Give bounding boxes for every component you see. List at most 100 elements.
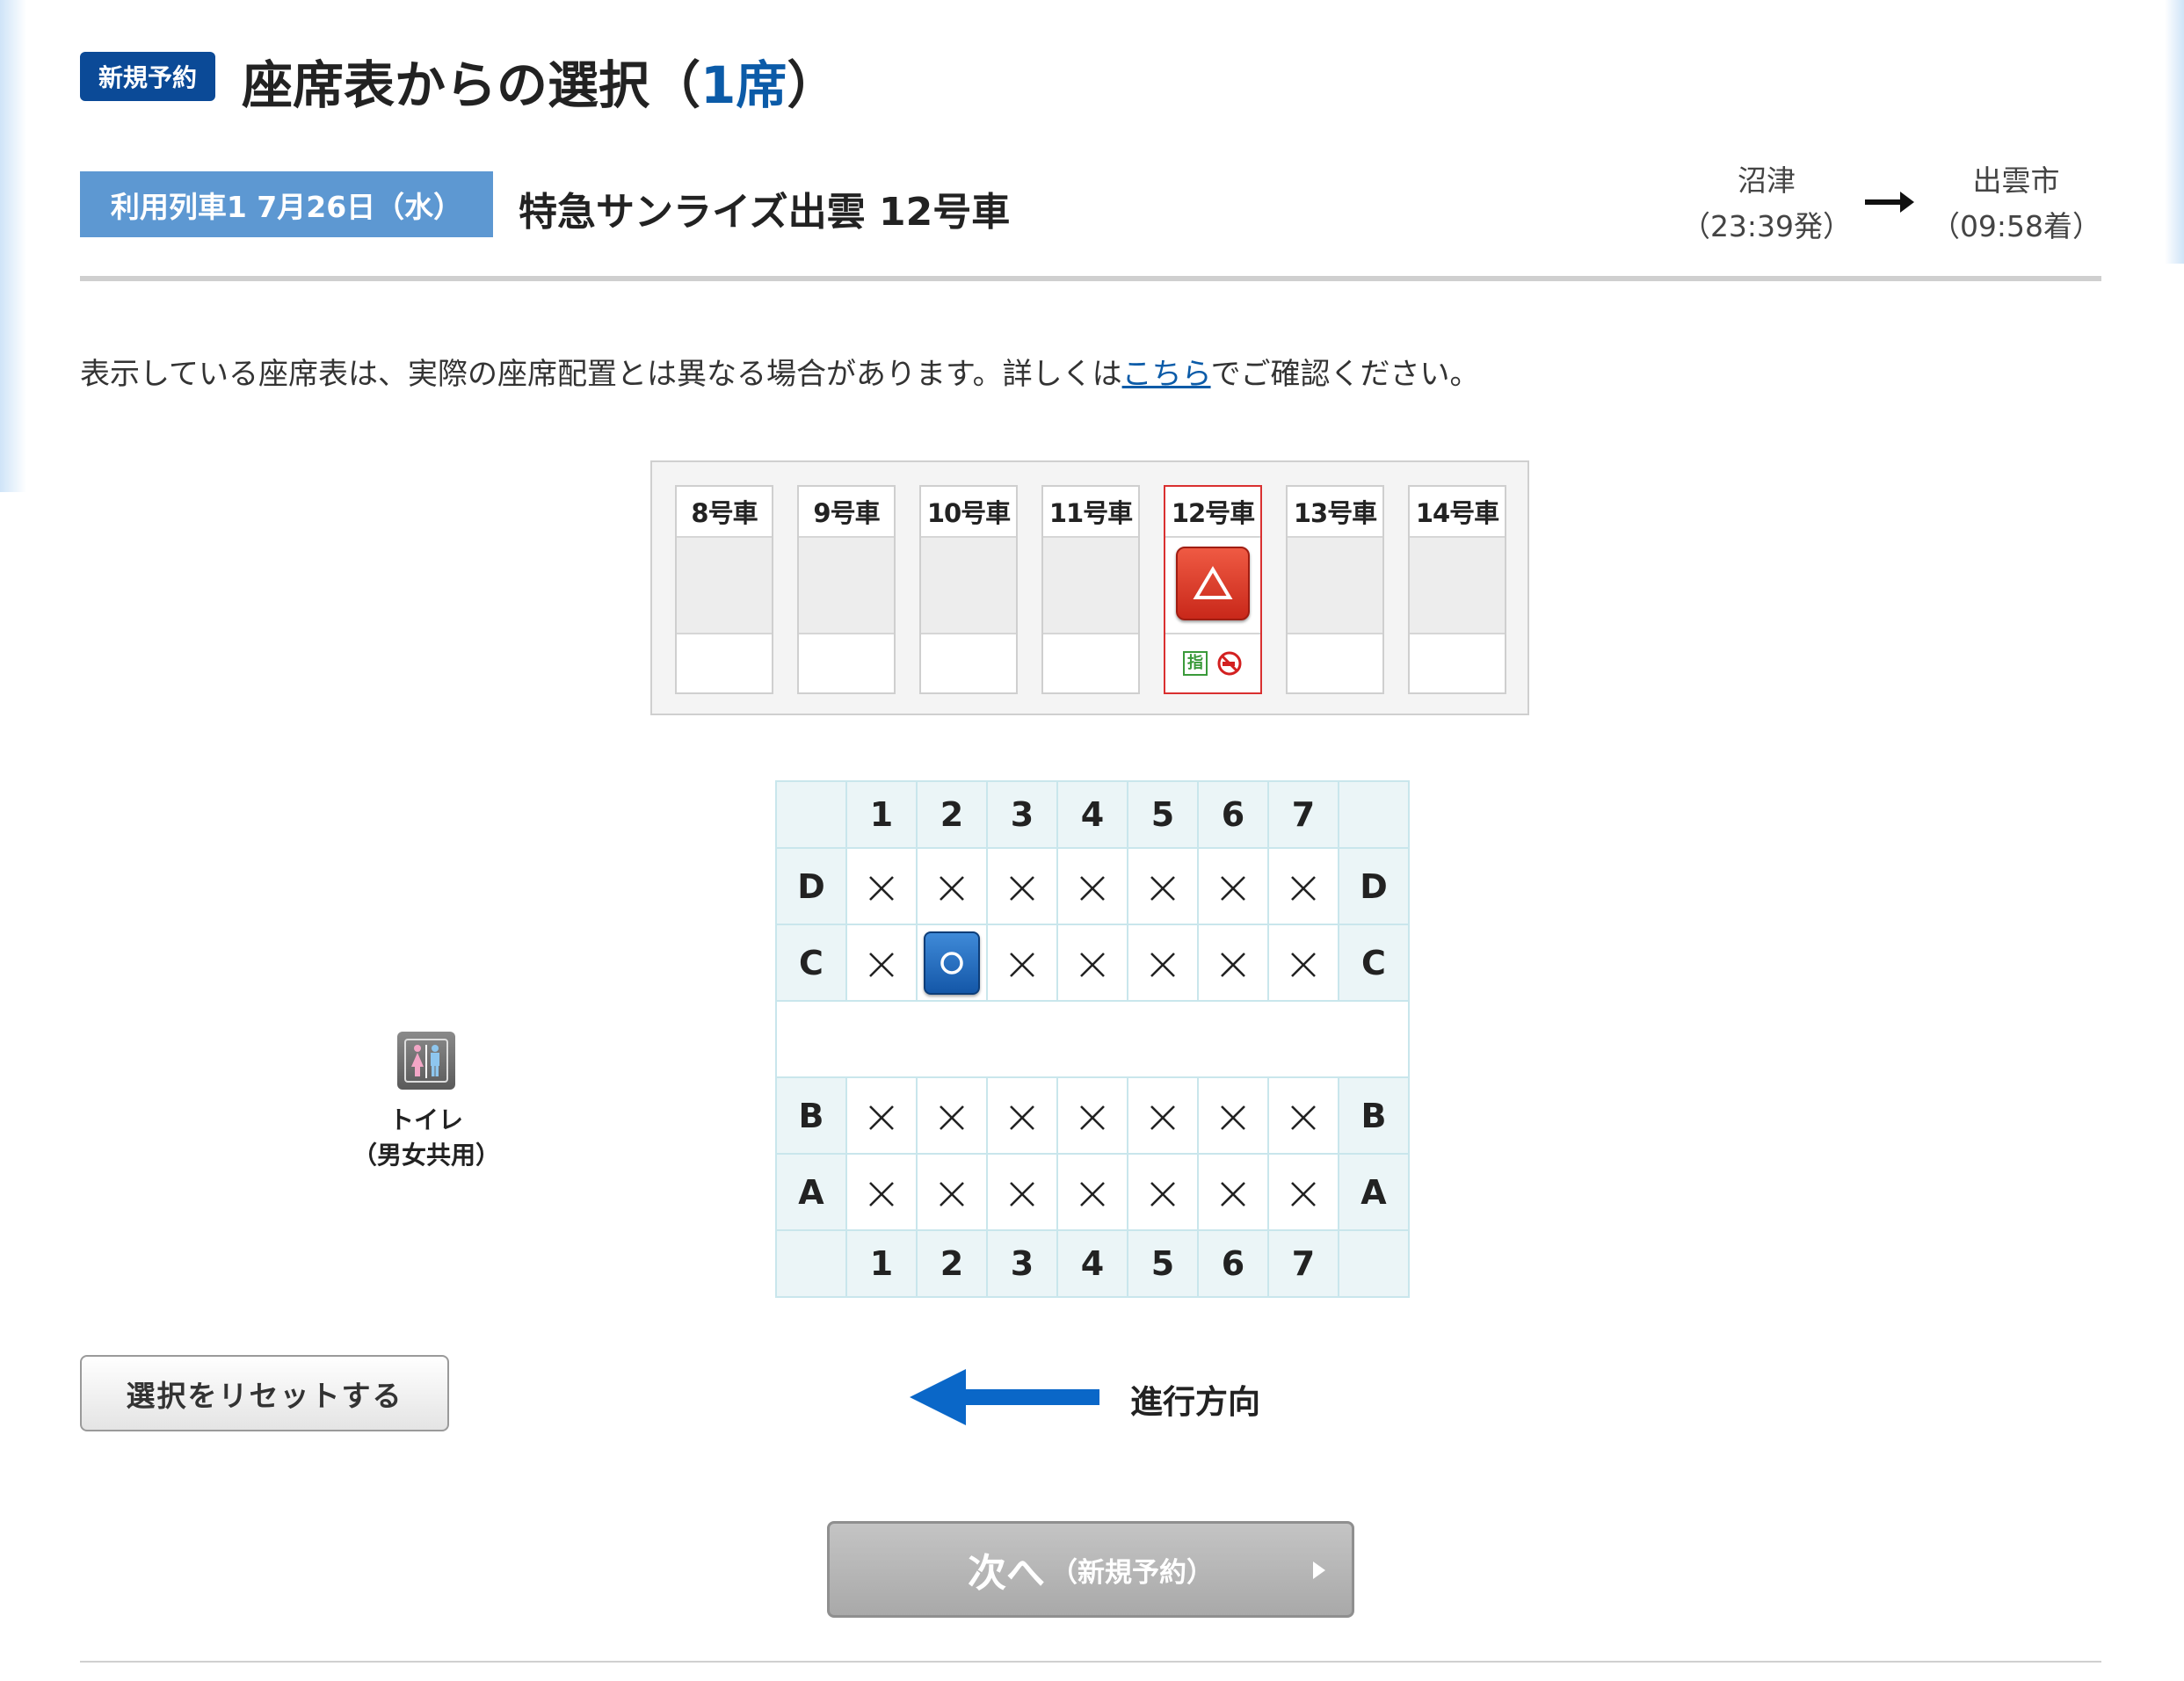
seat-row-b: BB	[775, 1076, 1410, 1155]
seat-3C-occupied	[986, 924, 1058, 1002]
car-11[interactable]: 11号車	[1041, 485, 1140, 694]
bottom-number-row: 1234567	[775, 1229, 1410, 1298]
car-availability	[1410, 538, 1505, 634]
car-label: 10号車	[921, 487, 1016, 538]
occupied-x-icon	[1150, 1105, 1175, 1130]
page-title-close: ）	[787, 55, 838, 115]
page-title: 座席表からの選択（1席）	[242, 44, 838, 118]
seat-5B-occupied	[1127, 1076, 1199, 1155]
seat-1B-occupied	[845, 1076, 918, 1155]
restroom-label: トイレ （男女共用）	[334, 1103, 519, 1173]
occupied-x-icon	[940, 1182, 964, 1206]
column-number: 5	[1127, 780, 1199, 849]
notice-link[interactable]: こちら	[1122, 357, 1211, 392]
new-reservation-badge: 新規予約	[80, 52, 215, 101]
reset-selection-button[interactable]: 選択をリセットする	[80, 1355, 449, 1431]
restroom-label-line1: トイレ	[388, 1105, 463, 1134]
car-label: 9号車	[799, 487, 894, 538]
car-availability	[1165, 538, 1260, 634]
car-availability	[1043, 538, 1138, 634]
next-button[interactable]: 次へ （新規予約）	[827, 1521, 1354, 1618]
seat-7A-occupied	[1267, 1153, 1339, 1231]
play-arrow-icon	[1313, 1561, 1325, 1579]
column-number: 2	[916, 780, 988, 849]
seat-4C-occupied	[1056, 924, 1128, 1002]
row-label: C	[775, 924, 847, 1002]
column-number: 3	[986, 1229, 1058, 1298]
occupied-x-icon	[1010, 1182, 1034, 1206]
car-label: 11号車	[1043, 487, 1138, 538]
seat-3A-occupied	[986, 1153, 1058, 1231]
availability-few-button[interactable]	[1176, 547, 1250, 620]
corner-cell	[1338, 780, 1410, 849]
column-number: 7	[1267, 780, 1339, 849]
seat-6B-occupied	[1197, 1076, 1269, 1155]
seat-2D-occupied	[916, 847, 988, 925]
departure-time: （23:39発）	[1680, 209, 1853, 243]
corner-cell	[775, 780, 847, 849]
column-number: 2	[916, 1229, 988, 1298]
route-arrival: 出雲市 （09:58着）	[1928, 158, 2104, 250]
restroom-icon	[397, 1032, 455, 1090]
column-number: 7	[1267, 1229, 1339, 1298]
seat-row-a: AA	[775, 1153, 1410, 1231]
car-icons	[1288, 634, 1382, 692]
car-icons	[799, 634, 894, 692]
occupied-x-icon	[1150, 876, 1175, 901]
column-number: 1	[845, 1229, 918, 1298]
column-number: 4	[1056, 1229, 1128, 1298]
car-10[interactable]: 10号車	[919, 485, 1018, 694]
reserved-seat-icon: 指	[1183, 651, 1208, 676]
seat-5C-occupied	[1127, 924, 1199, 1002]
car-14[interactable]: 14号車	[1408, 485, 1506, 694]
train-date-badge: 利用列車1 7月26日（水）	[80, 171, 493, 237]
seat-4A-occupied	[1056, 1153, 1128, 1231]
occupied-x-icon	[1291, 1182, 1316, 1206]
train-name: 特急サンライズ出雲 12号車	[519, 190, 1011, 235]
occupied-x-icon	[1291, 1105, 1316, 1130]
seat-2B-occupied	[916, 1076, 988, 1155]
car-label: 13号車	[1288, 487, 1382, 538]
arrival-time: （09:58着）	[1930, 209, 2102, 243]
departure-station: 沼津	[1738, 163, 1796, 198]
car-12[interactable]: 12号車 指	[1164, 485, 1262, 694]
occupied-x-icon	[1010, 1105, 1034, 1130]
row-label: A	[775, 1153, 847, 1231]
seat-1D-occupied	[845, 847, 918, 925]
seat-6D-occupied	[1197, 847, 1269, 925]
corner-cell	[1338, 1229, 1410, 1298]
occupied-x-icon	[1080, 1105, 1105, 1130]
seat-5D-occupied	[1127, 847, 1199, 925]
row-label: D	[1338, 847, 1410, 925]
car-icons	[921, 634, 1016, 692]
car-label: 8号車	[677, 487, 772, 538]
car-icons	[1043, 634, 1138, 692]
notice-text: 表示している座席表は、実際の座席配置とは異なる場合があります。詳しくは	[80, 357, 1122, 392]
column-number: 1	[845, 780, 918, 849]
direction-label: 進行方向	[1130, 1383, 1260, 1421]
occupied-x-icon	[1221, 876, 1245, 901]
occupied-x-icon	[1080, 876, 1105, 901]
column-number: 6	[1197, 780, 1269, 849]
car-9[interactable]: 9号車	[797, 485, 896, 694]
occupied-x-icon	[1221, 953, 1245, 977]
car-13[interactable]: 13号車	[1286, 485, 1384, 694]
seat-4D-occupied	[1056, 847, 1128, 925]
notice-text-end: でご確認ください。	[1210, 357, 1480, 392]
arrival-station: 出雲市	[1972, 163, 2060, 198]
seat-6C-occupied	[1197, 924, 1269, 1002]
column-number: 3	[986, 780, 1058, 849]
seat-2A-occupied	[916, 1153, 988, 1231]
occupied-x-icon	[869, 953, 894, 977]
no-smoking-icon	[1217, 651, 1242, 676]
car-8[interactable]: 8号車	[675, 485, 773, 694]
route-arrow-icon	[1865, 192, 1914, 213]
car-selector: 8号車 9号車 10号車 11号車 12号車 指 13号車 14号車	[650, 460, 1529, 715]
occupied-x-icon	[1291, 876, 1316, 901]
seat-1C-occupied	[845, 924, 918, 1002]
top-number-row: 1234567	[775, 780, 1410, 849]
occupied-x-icon	[869, 876, 894, 901]
occupied-x-icon	[1150, 1182, 1175, 1206]
seat-4B-occupied	[1056, 1076, 1128, 1155]
seat-2C-selected[interactable]	[916, 924, 988, 1002]
